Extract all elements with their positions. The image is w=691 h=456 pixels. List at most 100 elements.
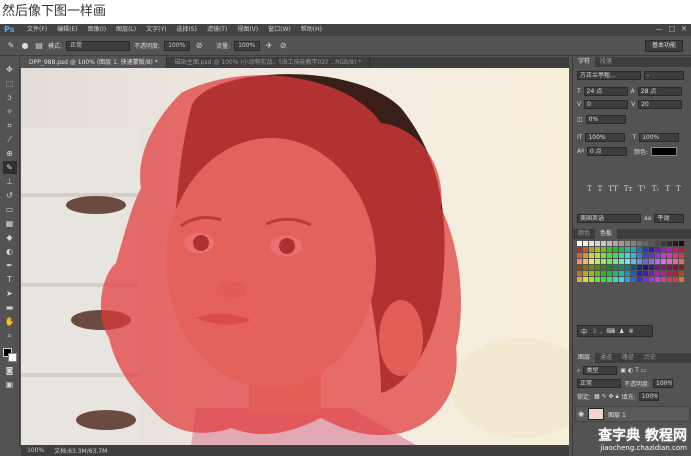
color-swatch[interactable] [619, 247, 624, 252]
color-swatch[interactable] [649, 271, 654, 276]
color-swatch[interactable] [643, 247, 648, 252]
keyboard-icon[interactable]: ⌨ [606, 328, 615, 335]
color-swatch[interactable] [577, 271, 582, 276]
stamp-tool-icon[interactable]: ⊥ [3, 175, 17, 188]
shape-tool-icon[interactable]: ▬ [3, 301, 17, 314]
tab-paragraph[interactable]: 段落 [595, 57, 617, 67]
color-swatch[interactable] [601, 259, 606, 264]
color-swatch[interactable] [583, 259, 588, 264]
quick-mask-icon[interactable]: ◙ [3, 364, 17, 377]
color-swatch[interactable] [655, 247, 660, 252]
color-swatch[interactable] [655, 241, 660, 246]
color-swatch[interactable] [583, 277, 588, 282]
screen-mode-icon[interactable]: ▣ [3, 378, 17, 391]
user-icon[interactable]: ♟ [619, 328, 624, 335]
tab-swatches[interactable]: 色板 [595, 229, 618, 239]
color-swatch[interactable] [619, 265, 624, 270]
color-swatch[interactable] [619, 241, 624, 246]
color-swatch[interactable] [613, 247, 618, 252]
all-caps-button[interactable]: TT [608, 185, 617, 193]
pressure-size-icon[interactable]: ⊘ [278, 41, 288, 51]
color-swatch[interactable] [589, 265, 594, 270]
color-swatch[interactable] [595, 253, 600, 258]
faux-italic-button[interactable]: T [598, 185, 603, 193]
color-swatch[interactable] [619, 253, 624, 258]
color-swatch[interactable] [661, 265, 666, 270]
menu-type[interactable]: 文字(Y) [141, 24, 171, 36]
blur-tool-icon[interactable]: ◆ [3, 231, 17, 244]
layer-row[interactable]: ◉ 图层 1 [575, 406, 690, 422]
layer-name[interactable]: 图层 1 [608, 410, 626, 419]
color-swatch[interactable] [673, 265, 678, 270]
color-swatch[interactable] [589, 247, 594, 252]
menu-layer[interactable]: 图层(L) [111, 24, 141, 36]
color-swatch[interactable] [595, 271, 600, 276]
visibility-eye-icon[interactable]: ◉ [578, 410, 584, 418]
baseline-field[interactable]: 0 点 [586, 147, 627, 156]
color-swatch[interactable] [673, 247, 678, 252]
color-swatch[interactable] [631, 277, 636, 282]
color-swatch[interactable] [595, 241, 600, 246]
color-swatch[interactable] [637, 241, 642, 246]
color-swatch[interactable] [637, 265, 642, 270]
hand-tool-icon[interactable]: ✋ [3, 315, 17, 328]
color-swatch[interactable] [649, 241, 654, 246]
tab-document-2[interactable]: 磁贴主图.psd @ 100% (小动物实战，《海工技能教学02》, RGB/8… [167, 57, 371, 68]
brush-preset-icon[interactable]: ✎ [6, 41, 16, 51]
color-swatch[interactable] [583, 253, 588, 258]
subscript-button[interactable]: T₁ [652, 185, 659, 193]
document-canvas[interactable] [21, 68, 569, 445]
comma-icon[interactable]: , [600, 328, 602, 335]
settings-icon[interactable]: ✲ [628, 328, 633, 335]
color-swatch[interactable] [589, 253, 594, 258]
flow-field[interactable]: 100% [234, 40, 261, 51]
language-select[interactable]: 美国英语 [577, 214, 641, 223]
color-swatch[interactable] [679, 259, 684, 264]
quick-select-tool-icon[interactable]: ✧ [3, 105, 17, 118]
dodge-tool-icon[interactable]: ◐ [3, 245, 17, 258]
workspace-button[interactable]: 基本功能 [644, 40, 683, 52]
color-swatch[interactable] [667, 271, 672, 276]
faux-bold-button[interactable]: T [587, 185, 592, 193]
tab-channels[interactable]: 通道 [595, 353, 617, 363]
type-tool-icon[interactable]: T [3, 273, 17, 286]
color-swatch[interactable] [643, 253, 648, 258]
color-swatch[interactable] [601, 265, 606, 270]
brush-size-icon[interactable]: ● [20, 41, 30, 51]
airbrush-icon[interactable]: ✈ [264, 41, 274, 51]
color-swatch[interactable] [667, 277, 672, 282]
color-swatch[interactable] [679, 241, 684, 246]
path-select-tool-icon[interactable]: ➤ [3, 287, 17, 300]
leading-field[interactable]: 28 点 [637, 87, 682, 96]
mode-select[interactable]: 正常 [66, 40, 131, 51]
zoom-level[interactable]: 100% [27, 447, 44, 454]
menu-image[interactable]: 图像(I) [83, 24, 111, 36]
pressure-opacity-icon[interactable]: ⊘ [194, 41, 204, 51]
opacity-field[interactable]: 100% [164, 40, 191, 51]
color-swatch[interactable] [631, 259, 636, 264]
color-swatch[interactable] [595, 277, 600, 282]
filter-icons[interactable]: ▣ ◐ T ▭ [620, 367, 646, 374]
color-swatch[interactable] [637, 253, 642, 258]
color-swatch[interactable] [649, 259, 654, 264]
color-swatch[interactable] [667, 259, 672, 264]
color-swatch[interactable] [661, 247, 666, 252]
color-swatch[interactable] [625, 259, 630, 264]
color-swatch[interactable] [655, 253, 660, 258]
ime-label[interactable]: 中 [581, 327, 587, 336]
color-swatch[interactable] [607, 241, 612, 246]
color-swatch[interactable] [649, 265, 654, 270]
color-swatch[interactable] [637, 259, 642, 264]
color-swatch[interactable] [625, 247, 630, 252]
zoom-tool-icon[interactable]: ⌕ [3, 329, 17, 342]
color-swatch[interactable] [625, 277, 630, 282]
small-caps-button[interactable]: Tт [624, 185, 633, 193]
brush-tool-icon[interactable]: ✎ [2, 161, 17, 174]
blend-mode-select[interactable]: 正常 [577, 379, 621, 388]
tab-layers[interactable]: 图层 [573, 353, 596, 363]
color-swatch[interactable] [661, 271, 666, 276]
tab-document-1[interactable]: DPP_988.psd @ 100% (图层 1, 快速蒙版/8) * [21, 57, 167, 68]
swatch-grid[interactable] [577, 241, 689, 291]
vertical-scale-field[interactable]: 100% [585, 133, 626, 142]
color-swatch[interactable] [595, 265, 600, 270]
